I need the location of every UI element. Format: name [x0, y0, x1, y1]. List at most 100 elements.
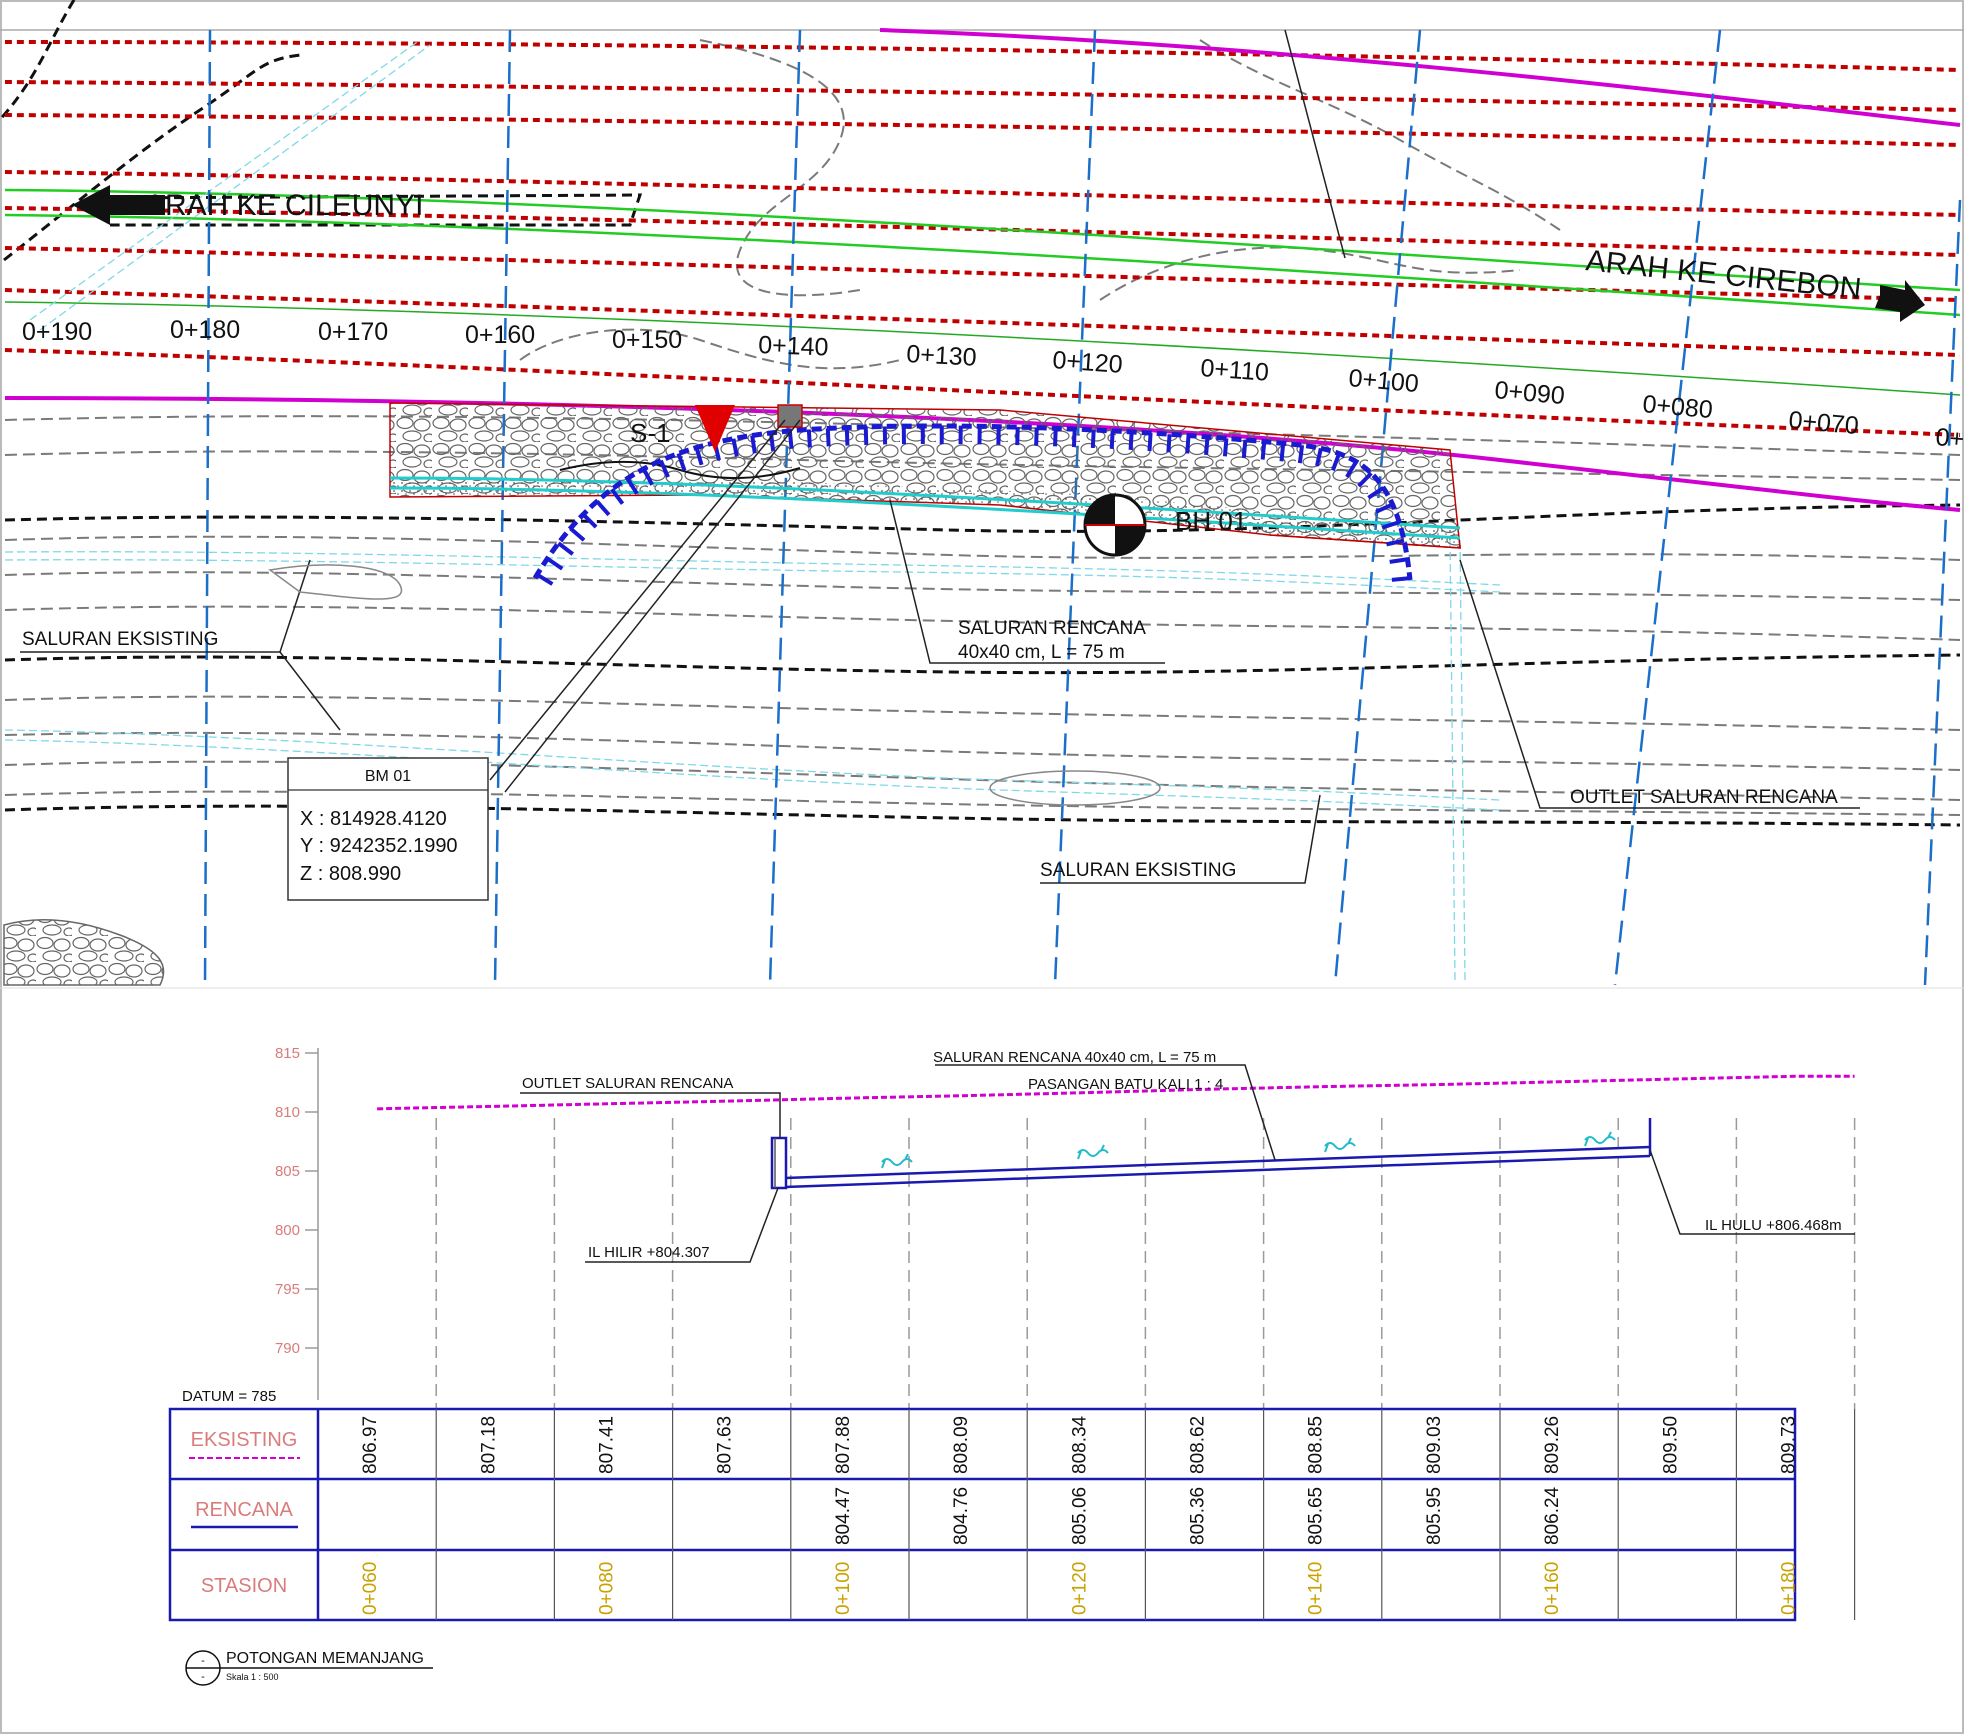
eksisting-cell-value: 808.09 — [951, 1416, 972, 1474]
profile-table: EKSISTING RENCANA STASION 806.97 807.18 80… — [168, 1407, 1856, 1622]
station-label: 0+110 — [1200, 354, 1270, 387]
slope-hatch-tick — [546, 556, 564, 571]
slope-hatch-tick — [557, 541, 574, 556]
stone-masonry-area — [3, 402, 1461, 986]
benchmark-y: Y : 9242352.1990 — [300, 835, 458, 857]
profile-pasangan-label: PASANGAN BATU KALI 1 : 4 — [1028, 1076, 1223, 1093]
profile-y-tickmarks — [305, 1052, 318, 1349]
slope-hatch-tick — [1241, 439, 1248, 459]
slope-hatch-tick — [1034, 427, 1039, 446]
slope-hatch-tick — [750, 435, 757, 454]
slope-hatch-tick — [1297, 445, 1305, 464]
rencana-cell-value: 806.24 — [1542, 1486, 1563, 1545]
slope-hatch-tick — [1147, 432, 1153, 452]
benchmark-x: X : 814928.4120 — [300, 808, 447, 830]
outlet-label: OUTLET SALURAN RENCANA — [1570, 787, 1838, 808]
water-icon — [1584, 1131, 1616, 1147]
saluran-rencana-size: 40x40 cm, L = 75 m — [958, 642, 1125, 663]
eksisting-cell-value: 808.34 — [1069, 1415, 1090, 1474]
profile-title-block: - - POTONGAN MEMANJANG Skala 1 : 500 — [185, 1650, 433, 1686]
station-label: 0+160 — [465, 321, 535, 349]
profile-grid — [435, 1118, 1856, 1409]
stasion-cell-value: 0+080 — [597, 1562, 618, 1615]
slope-hatch-tick — [1166, 434, 1172, 453]
benchmark-z: Z : 808.990 — [300, 863, 401, 885]
profile-saluran-label: SALURAN RENCANA 40x40 cm, L = 75 m — [933, 1049, 1216, 1066]
eksisting-cell-value: 809.03 — [1424, 1416, 1445, 1474]
slope-hatch-tick — [1222, 438, 1229, 457]
y-tick-label: 810 — [275, 1104, 300, 1121]
direction-right-label: ARAH KE CIREBON — [1584, 244, 1863, 306]
s1-label: S-1 — [630, 418, 670, 448]
slope-hatch-tick — [825, 428, 831, 447]
slope-hatch-tick — [1279, 443, 1286, 462]
road-boundary-top — [879, 28, 1961, 127]
profile-y-ticks: 815 810 805 800 795 790 — [275, 1045, 300, 1357]
stasion-cell-value: 0+160 — [1542, 1562, 1563, 1615]
row-header-eksisting: EKSISTING — [191, 1429, 298, 1451]
plan-view: ARAH KE CILEUNYI ARAH KE CIREBON 0+190 0… — [0, 0, 1964, 986]
stasion-cell-value: 0+100 — [833, 1562, 854, 1615]
profile-outlet-label: OUTLET SALURAN RENCANA — [522, 1075, 733, 1092]
row-header-stasion: STASION — [201, 1575, 287, 1597]
rencana-cell-value: 805.36 — [1188, 1487, 1209, 1545]
rencana-cell-value: 804.47 — [833, 1487, 854, 1545]
row-header-rencana: RENCANA — [195, 1499, 293, 1521]
station-label: 0+130 — [906, 340, 978, 372]
saluran-eksisting-bottom-label: SALURAN EKSISTING — [1040, 860, 1236, 881]
station-label: 0+120 — [1052, 346, 1124, 379]
station-label: 0+080 — [1641, 390, 1713, 424]
direction-left-label: ARAH KE CILEUNYI — [145, 189, 423, 222]
y-tick-label: 795 — [275, 1281, 300, 1298]
stasion-cell-value: 0+120 — [1069, 1562, 1090, 1615]
station-label: 0+100 — [1347, 364, 1419, 398]
station-label: 0+090 — [1493, 376, 1565, 410]
slope-hatch-tick — [806, 429, 812, 448]
slope-hatch-tick — [569, 526, 586, 542]
outlet-box — [770, 1136, 788, 1190]
station-label: 0+180 — [170, 316, 240, 344]
slope-hatch-tick — [1391, 576, 1411, 582]
y-tick-label: 790 — [275, 1340, 300, 1357]
eksisting-cell-value: 807.41 — [597, 1416, 618, 1474]
slope-hatch-tick — [1204, 436, 1210, 456]
station-label: 0+070 — [1787, 406, 1859, 440]
il-hulu-label: IL HULU +806.468m — [1705, 1217, 1842, 1234]
rencana-cell-value: 805.95 — [1424, 1487, 1445, 1545]
eksisting-cell-value: 809.50 — [1660, 1416, 1681, 1474]
station-label: 0+140 — [758, 331, 829, 361]
eksisting-cell-value: 808.62 — [1188, 1416, 1209, 1474]
y-tick-label: 800 — [275, 1222, 300, 1239]
eksisting-cell-value: 809.26 — [1542, 1416, 1563, 1474]
eksisting-cell-value: 807.63 — [715, 1416, 736, 1474]
il-hilir-label: IL HILIR +804.307 — [588, 1244, 710, 1261]
slope-hatch-tick — [1090, 429, 1096, 449]
stasion-cell-value: 0+140 — [1306, 1562, 1327, 1615]
station-label: 0+190 — [22, 318, 92, 346]
rencana-cell-value: 804.76 — [951, 1487, 972, 1545]
section-symbol-bottom: - — [201, 1671, 205, 1683]
planned-channel-profile — [770, 1118, 1652, 1190]
rencana-cell-value: 805.65 — [1306, 1487, 1327, 1545]
borehole-label: BH 01 — [1175, 506, 1247, 536]
water-icon — [1324, 1137, 1356, 1153]
pond-outline — [268, 564, 403, 600]
stasion-cell-value: 0+180 — [1779, 1562, 1800, 1615]
drawing-sheet: ARAH KE CILEUNYI ARAH KE CIREBON 0+190 0… — [0, 0, 1964, 1734]
water-icon — [1077, 1144, 1109, 1160]
saluran-eksisting-label: SALURAN EKSISTING — [22, 629, 218, 650]
slope-hatch-tick — [1071, 429, 1077, 448]
slope-hatch-tick — [1260, 441, 1267, 460]
slope-hatch-tick — [1389, 557, 1408, 564]
eksisting-cell-value: 807.18 — [478, 1416, 499, 1474]
profile-scale: Skala 1 : 500 — [226, 1672, 279, 1682]
station-label: 0+0 — [1934, 423, 1964, 455]
pond-outline — [989, 770, 1161, 806]
slope-hatch-tick — [1109, 430, 1115, 449]
slope-hatch-tick — [1185, 435, 1191, 454]
station-label: 0+150 — [612, 326, 682, 354]
eksisting-cell-value: 809.73 — [1779, 1416, 1800, 1474]
station-label: 0+170 — [318, 318, 388, 346]
slope-hatch-tick — [1053, 428, 1058, 447]
rencana-cell-value: 805.06 — [1069, 1487, 1090, 1545]
